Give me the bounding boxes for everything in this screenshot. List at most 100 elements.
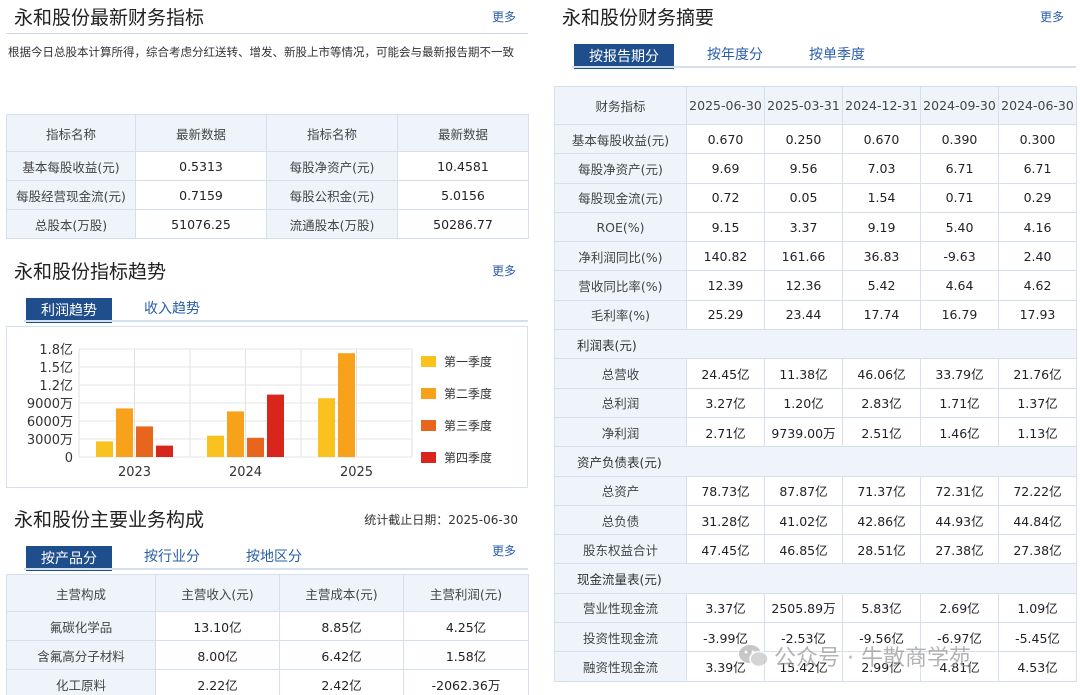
metric-value: 21.76亿 — [998, 358, 1077, 389]
business-table: 主营构成 主营收入(元) 主营成本(元) 主营利润(元) 氟碳化学品 13.10… — [6, 574, 529, 695]
table-row: 氟碳化学品 13.10亿 8.85亿 4.25亿 — [6, 611, 529, 641]
metric-value: 0.71 — [920, 182, 999, 213]
metric-value: 2505.89万 — [764, 592, 843, 624]
metric-value: 0.390 — [920, 123, 999, 155]
table-row: 总营收 24.45亿 11.38亿 46.06亿 33.79亿 21.76亿 — [554, 358, 1077, 389]
metric-label: 净利润同比(%) — [554, 241, 687, 272]
column-header: 主营利润(元) — [403, 574, 529, 612]
metric-value: 25.29 — [686, 299, 765, 331]
indicator-name: 流通股本(万股) — [266, 209, 398, 239]
column-header: 最新数据 — [397, 114, 529, 152]
table-header-row: 指标名称 最新数据 指标名称 最新数据 — [6, 114, 529, 152]
business-title: 永和股份主要业务构成 — [14, 509, 205, 531]
metric-value: 9.19 — [842, 211, 921, 243]
metric-value: 5.83亿 — [842, 592, 921, 624]
metric-value: 17.74 — [842, 299, 921, 331]
latest-indicators-table: 指标名称 最新数据 指标名称 最新数据 基本每股收益(元) 0.5313 每股净… — [6, 114, 529, 239]
latest-indicators-title: 永和股份最新财务指标 — [14, 7, 205, 29]
business-more-link[interactable]: 更多 — [492, 542, 516, 559]
indicator-name: 基本每股收益(元) — [6, 151, 136, 181]
indicator-name: 每股公积金(元) — [266, 180, 398, 210]
metric-value: 1.09亿 — [998, 592, 1077, 624]
metric-value: 36.83 — [842, 241, 921, 272]
indicator-value: 0.7159 — [135, 180, 267, 210]
metric-value: 11.38亿 — [764, 358, 843, 389]
metric-label: 融资性现金流 — [554, 651, 687, 682]
metric-label: 毛利率(%) — [554, 299, 687, 331]
column-header: 指标名称 — [6, 114, 136, 152]
table-row: 每股净资产(元) 9.69 9.56 7.03 6.71 6.71 — [554, 153, 1077, 184]
business-profit: -2062.36万 — [403, 669, 529, 695]
trend-title: 永和股份指标趋势 — [14, 261, 167, 283]
metric-value: 24.45亿 — [686, 358, 765, 389]
x-tick-label: 2023 — [118, 465, 151, 480]
metric-value: 87.87亿 — [764, 475, 843, 506]
metric-label: 营收同比率(%) — [554, 270, 687, 301]
summary-more-link[interactable]: 更多 — [1040, 8, 1064, 25]
tab-by-region[interactable]: 按地区分 — [246, 546, 302, 566]
metric-value: 47.45亿 — [686, 534, 765, 565]
financial-summary-table: 财务指标 2025-06-30 2025-03-31 2024-12-31 2024-0… — [554, 86, 1077, 682]
metric-value: 3.37亿 — [686, 592, 765, 624]
business-profit: 4.25亿 — [403, 611, 529, 641]
metric-value: 16.79 — [920, 299, 999, 331]
metric-value: 27.38亿 — [920, 534, 999, 565]
indicator-value: 5.0156 — [397, 180, 529, 210]
metric-value: 1.54 — [842, 182, 921, 213]
indicators-note: 根据今日总股本计算所得，综合考虑分红送转、增发、新股上市等情况，可能会与最新报告… — [8, 45, 514, 59]
y-tick-label: 1.2亿 — [39, 379, 73, 394]
business-segment: 化工原料 — [6, 669, 156, 695]
table-row: 净利润 2.71亿 9739.00万 2.51亿 1.46亿 1.13亿 — [554, 416, 1077, 448]
latest-indicators-more-link[interactable]: 更多 — [492, 8, 516, 25]
metric-value: 9.69 — [686, 153, 765, 184]
metric-label: ROE(%) — [554, 211, 687, 243]
bar — [136, 426, 153, 457]
tab-by-quarter[interactable]: 按单季度 — [809, 44, 865, 64]
metric-label: 基本每股收益(元) — [554, 123, 687, 155]
metric-value: 6.71 — [920, 153, 999, 184]
metric-value: 0.670 — [686, 123, 765, 155]
column-header: 财务指标 — [554, 86, 687, 125]
metric-label: 总营收 — [554, 358, 687, 389]
metric-value: 12.39 — [686, 270, 765, 301]
period-header: 2024-12-31 — [842, 86, 921, 125]
metric-value: 71.37亿 — [842, 475, 921, 506]
group-row: 资产负债表(元) — [554, 446, 1077, 477]
metric-value: 42.86亿 — [842, 504, 921, 536]
group-label: 资产负债表(元) — [554, 446, 1077, 477]
metric-value: 0.29 — [998, 182, 1077, 213]
metric-value: 9.56 — [764, 153, 843, 184]
group-label: 利润表(元) — [554, 329, 1077, 360]
metric-value: 3.37 — [764, 211, 843, 243]
tab-by-year[interactable]: 按年度分 — [707, 44, 763, 64]
bar — [227, 411, 244, 457]
column-header: 主营成本(元) — [279, 574, 404, 612]
metric-label: 股东权益合计 — [554, 534, 687, 565]
trend-more-link[interactable]: 更多 — [492, 262, 516, 279]
tab-revenue-trend[interactable]: 收入趋势 — [144, 298, 200, 318]
metric-value: 2.40 — [998, 241, 1077, 272]
metric-value: 44.84亿 — [998, 504, 1077, 536]
business-segment: 氟碳化学品 — [6, 611, 156, 641]
metric-value: -9.63 — [920, 241, 999, 272]
metric-value: 2.83亿 — [842, 387, 921, 418]
metric-value: 0.300 — [998, 123, 1077, 155]
metric-value: 2.69亿 — [920, 592, 999, 624]
group-row: 现金流量表(元) — [554, 563, 1077, 594]
metric-value: 7.03 — [842, 153, 921, 184]
legend-item-q4: 第四季度 — [421, 441, 492, 473]
legend-item-q2: 第二季度 — [421, 377, 492, 409]
legend-label: 第一季度 — [444, 354, 493, 369]
metric-value: 46.06亿 — [842, 358, 921, 389]
metric-value: 2.71亿 — [686, 416, 765, 448]
table-row: 化工原料 2.22亿 2.42亿 -2062.36万 — [6, 669, 529, 695]
bar — [318, 398, 335, 457]
metric-value: 41.02亿 — [764, 504, 843, 536]
right-column: 永和股份财务摘要 更多 按报告期分 按年度分 按单季度 财务指标 2025-06-… — [554, 0, 1077, 682]
table-row: 总负债 31.28亿 41.02亿 42.86亿 44.93亿 44.84亿 — [554, 504, 1077, 536]
y-tick-label: 1.8亿 — [39, 343, 73, 358]
period-header: 2025-06-30 — [686, 86, 765, 125]
tab-by-industry[interactable]: 按行业分 — [144, 546, 200, 566]
bar — [338, 353, 355, 457]
table-row: 营收同比率(%) 12.39 12.36 5.42 4.64 4.62 — [554, 270, 1077, 301]
